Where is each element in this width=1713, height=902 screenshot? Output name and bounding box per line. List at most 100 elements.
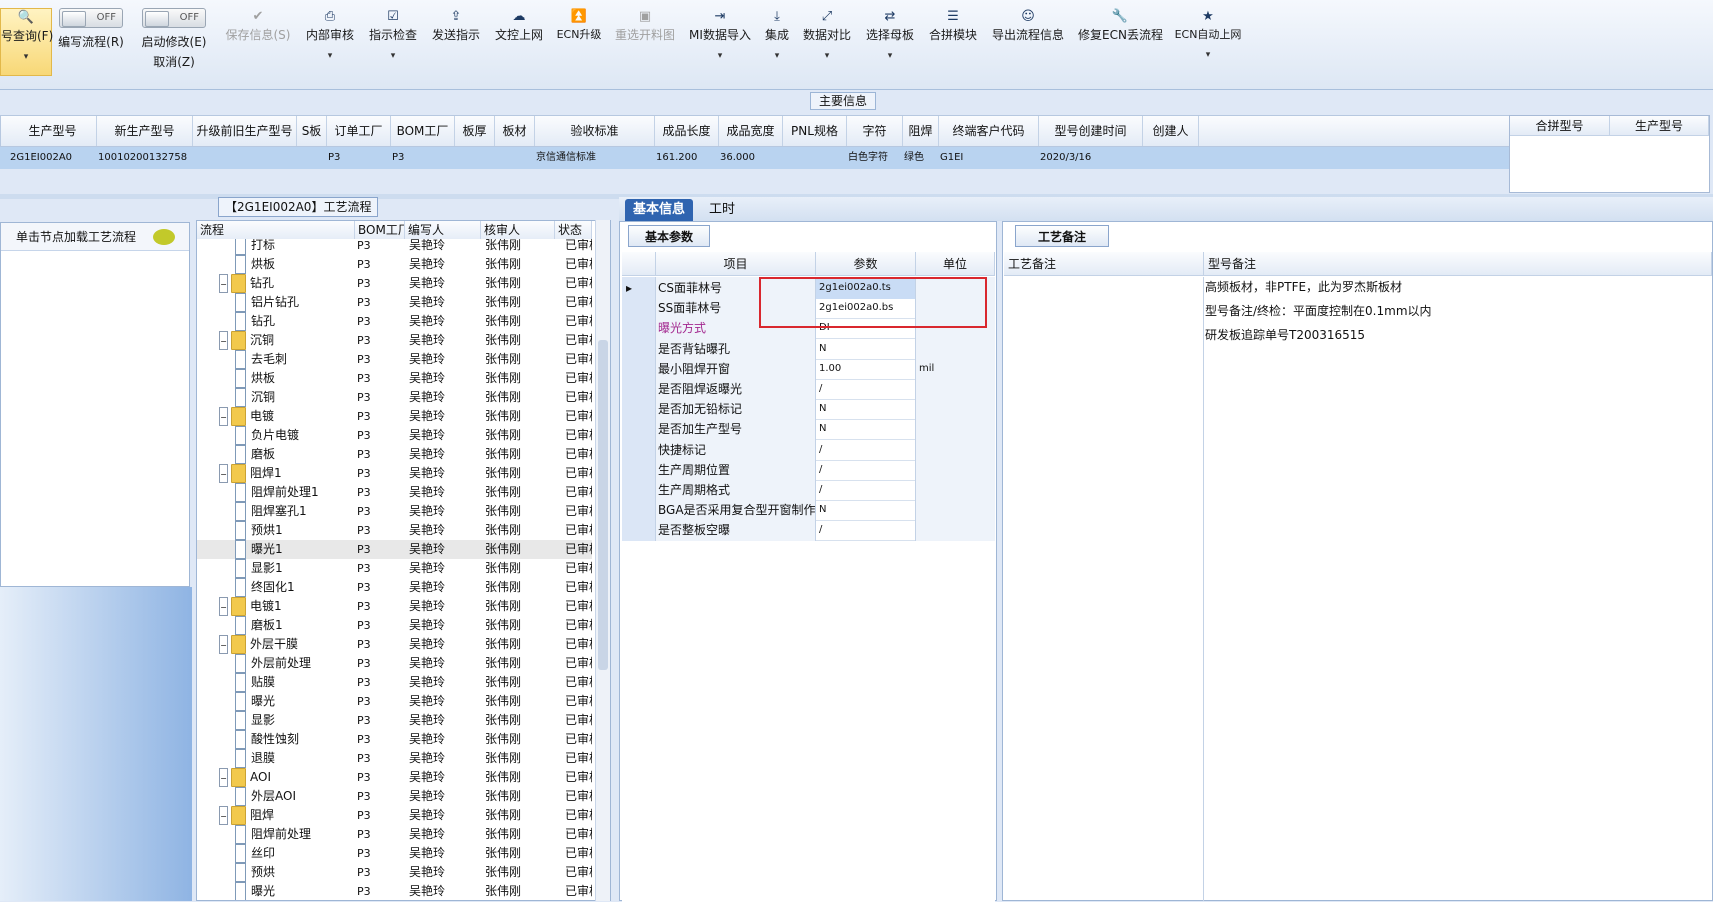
main-info-cell[interactable]: G1EI <box>938 147 1038 169</box>
param-row[interactable]: 最小阻焊开窗 1.00 mil <box>622 357 995 380</box>
collapse-toggle-icon[interactable]: − <box>219 274 228 293</box>
row-selector[interactable] <box>622 337 656 360</box>
cancel-button[interactable]: 取消(Z) <box>140 53 208 70</box>
flow-step-name[interactable]: 打标 <box>235 239 355 255</box>
param-value[interactable]: 1.00 <box>816 357 916 380</box>
row-selector[interactable]: ▸ <box>622 277 656 299</box>
flow-tree-row[interactable]: − AOI P3 吴艳玲 张伟刚 已审核 <box>197 768 592 787</box>
collapse-toggle-icon[interactable]: − <box>219 464 228 483</box>
mi-data-import-button[interactable]: ⇥ MI数据导入 ▾ <box>688 8 752 76</box>
send-instruction-button[interactable]: ⇪ 发送指示 <box>430 8 482 76</box>
flow-tree-row[interactable]: − 沉铜 P3 吴艳玲 张伟刚 已审核 <box>197 331 592 350</box>
flow-step-name[interactable]: − 电镀1 <box>219 597 355 616</box>
main-info-cell[interactable]: 绿色 <box>902 147 938 169</box>
param-value[interactable]: N <box>816 418 916 441</box>
flow-tree-row[interactable]: 曝光1 P3 吴艳玲 张伟刚 已审核 <box>197 540 592 559</box>
flow-tree-row[interactable]: 外层AOI P3 吴艳玲 张伟刚 已审核 <box>197 787 592 806</box>
main-info-cell[interactable]: 2G1EI002A0 <box>8 147 96 169</box>
main-info-cell[interactable]: 白色字符 <box>846 147 902 169</box>
integration-button[interactable]: ⤓ 集成 ▾ <box>760 8 794 76</box>
main-info-cell[interactable]: P3 <box>390 147 454 169</box>
flow-tree-row[interactable]: 丝印 P3 吴艳玲 张伟刚 已审核 <box>197 844 592 863</box>
writer-header[interactable]: 编写人 <box>405 221 481 239</box>
basic-params-tab[interactable]: 基本参数 <box>628 225 711 247</box>
param-row[interactable]: 是否加无铅标记 N <box>622 398 995 421</box>
flow-tree-row[interactable]: 钻孔 P3 吴艳玲 张伟刚 已审核 <box>197 312 592 331</box>
collapse-toggle-icon[interactable]: − <box>219 806 228 825</box>
param-value[interactable]: / <box>816 519 916 542</box>
collapse-toggle-icon[interactable]: − <box>219 407 228 426</box>
flow-tree-row[interactable]: 烘板 P3 吴艳玲 张伟刚 已审核 <box>197 255 592 274</box>
main-info-header-cell[interactable]: 字符 <box>847 116 903 146</box>
edit-flow-toggle[interactable]: OFF 编写流程(R) <box>56 8 126 76</box>
flow-step-name[interactable]: 预烘1 <box>235 521 355 540</box>
flow-step-name[interactable]: 磨板1 <box>235 616 355 635</box>
flow-tree-row[interactable]: 去毛刺 P3 吴艳玲 张伟刚 已审核 <box>197 350 592 369</box>
row-selector[interactable] <box>622 519 656 542</box>
flow-step-name[interactable]: 显影1 <box>235 559 355 578</box>
flow-tree-row[interactable]: 阻焊前处理 P3 吴艳玲 张伟刚 已审核 <box>197 825 592 844</box>
main-info-cell[interactable] <box>494 147 534 169</box>
flow-tree-row[interactable]: 贴膜 P3 吴艳玲 张伟刚 已审核 <box>197 673 592 692</box>
row-selector[interactable] <box>622 458 656 481</box>
main-info-header-cell[interactable]: 板厚 <box>455 116 495 146</box>
main-info-header-cell[interactable]: 终端客户代码 <box>939 116 1039 146</box>
flow-tree-row[interactable]: 阻焊前处理1 P3 吴艳玲 张伟刚 已审核 <box>197 483 592 502</box>
param-value[interactable]: / <box>816 458 916 481</box>
row-selector[interactable] <box>622 398 656 421</box>
unit-header[interactable]: 单位 <box>916 252 995 276</box>
param-row[interactable]: 快捷标记 / <box>622 438 995 461</box>
toggle-switch[interactable]: OFF <box>142 8 206 28</box>
main-info-cell[interactable]: 京信通信标准 <box>534 147 654 169</box>
flow-step-name[interactable]: − 钻孔 <box>219 274 355 293</box>
flow-tree-row[interactable]: − 阻焊 P3 吴艳玲 张伟刚 已审核 <box>197 806 592 825</box>
flow-step-name[interactable]: 退膜 <box>235 749 355 768</box>
collapse-toggle-icon[interactable]: − <box>219 331 228 350</box>
param-value[interactable]: N <box>816 398 916 421</box>
param-row[interactable]: 是否阻焊返曝光 / <box>622 378 995 400</box>
main-info-cell[interactable] <box>192 147 296 169</box>
flow-tree-row[interactable]: 终固化1 P3 吴艳玲 张伟刚 已审核 <box>197 578 592 597</box>
flow-header[interactable]: 流程 <box>197 221 355 239</box>
checker-header[interactable]: 核审人 <box>481 221 555 239</box>
item-header[interactable]: 项目 <box>656 252 816 276</box>
flow-step-name[interactable]: 去毛刺 <box>235 350 355 369</box>
flow-tree-row[interactable]: 预烘 P3 吴艳玲 张伟刚 已审核 <box>197 863 592 882</box>
flow-tree-row[interactable]: 酸性蚀刻 P3 吴艳玲 张伟刚 已审核 <box>197 730 592 749</box>
main-info-cell[interactable] <box>296 147 326 169</box>
main-info-header-cell[interactable]: BOM工厂 <box>391 116 455 146</box>
doc-control-online-button[interactable]: ☁ 文控上网 <box>492 8 546 76</box>
flow-step-name[interactable]: − 阻焊 <box>219 806 355 825</box>
flow-step-name[interactable]: 显影 <box>235 711 355 730</box>
flow-tree-row[interactable]: 打标 P3 吴艳玲 张伟刚 已审核 <box>197 239 592 255</box>
row-selector[interactable] <box>622 317 656 340</box>
instruction-check-button[interactable]: ☑ 指示检查 ▾ <box>366 8 420 76</box>
repair-ecn-flow-button[interactable]: 🔧 修复ECN丢流程 <box>1078 8 1163 76</box>
main-info-cell[interactable]: 2020/3/16 <box>1038 147 1142 169</box>
flow-step-name[interactable]: 外层前处理 <box>235 654 355 673</box>
internal-review-button[interactable]: ⎙ 内部审核 ▾ <box>304 8 356 76</box>
row-selector[interactable] <box>622 357 656 380</box>
main-info-cell[interactable] <box>1142 147 1198 169</box>
flow-tree-row[interactable]: 沉铜 P3 吴艳玲 张伟刚 已审核 <box>197 388 592 407</box>
flow-step-name[interactable]: 钻孔 <box>235 312 355 331</box>
flow-step-name[interactable]: 阻焊塞孔1 <box>235 502 355 521</box>
row-selector[interactable] <box>622 418 656 441</box>
flow-step-name[interactable]: − 电镀 <box>219 407 355 426</box>
main-info-header-cell[interactable]: 生产型号 <box>9 116 97 146</box>
flow-tree-row[interactable]: 磨板1 P3 吴艳玲 张伟刚 已审核 <box>197 616 592 635</box>
flow-tree-row[interactable]: 显影 P3 吴艳玲 张伟刚 已审核 <box>197 711 592 730</box>
main-info-header-cell[interactable]: 创建人 <box>1143 116 1199 146</box>
row-selector[interactable] <box>622 479 656 501</box>
main-info-header-cell[interactable]: 型号创建时间 <box>1039 116 1143 146</box>
flow-step-name[interactable]: 外层AOI <box>235 787 355 806</box>
main-info-cell[interactable]: 10010200132758 <box>96 147 192 169</box>
flow-step-name[interactable]: 酸性蚀刻 <box>235 730 355 749</box>
param-value[interactable]: / <box>816 438 916 461</box>
main-info-header-cell[interactable]: 新生产型号 <box>97 116 193 146</box>
main-info-header-cell[interactable]: 验收标准 <box>535 116 655 146</box>
flow-tree-row[interactable]: 显影1 P3 吴艳玲 张伟刚 已审核 <box>197 559 592 578</box>
main-info-cell[interactable]: P3 <box>326 147 390 169</box>
flow-step-name[interactable]: 沉铜 <box>235 388 355 407</box>
main-info-header-cell[interactable]: PNL规格 <box>783 116 847 146</box>
